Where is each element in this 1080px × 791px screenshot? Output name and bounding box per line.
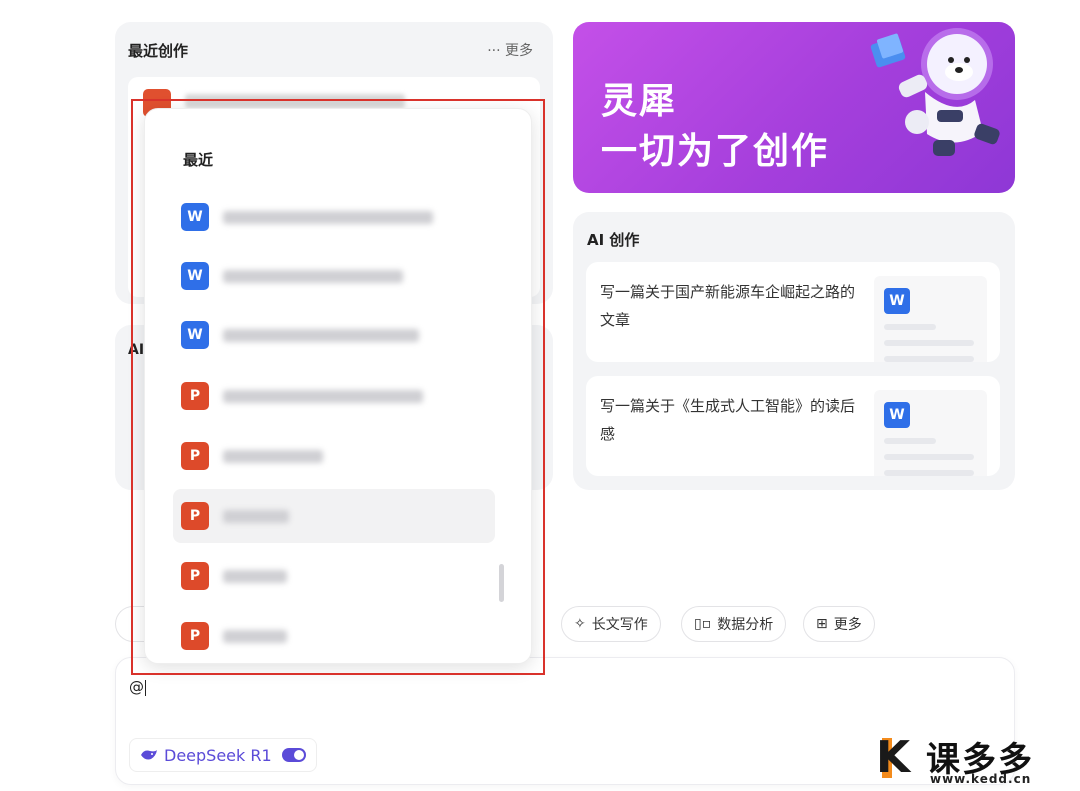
- blurred-file-name: [223, 630, 287, 643]
- recent-files-popup: 最近 W W W P P P P P: [144, 108, 532, 664]
- model-toggle[interactable]: DeepSeek R1: [129, 738, 317, 772]
- recent-creations-title: 最近创作: [128, 42, 189, 60]
- file-row[interactable]: P: [173, 609, 495, 663]
- file-row[interactable]: W: [173, 308, 495, 362]
- prompt-card-book-review[interactable]: 写一篇关于《生成式人工智能》的读后感 W: [586, 376, 1000, 476]
- thumb-line: [884, 470, 974, 476]
- thumb-line: [884, 324, 936, 330]
- blurred-file-name: [223, 329, 419, 342]
- ppt-icon: P: [181, 502, 209, 530]
- thumb-line: [884, 340, 974, 346]
- deepseek-whale-icon: [141, 750, 157, 760]
- word-icon: W: [181, 321, 209, 349]
- ppt-icon: P: [181, 562, 209, 590]
- file-row[interactable]: W: [173, 190, 495, 244]
- more-chip[interactable]: ⊞ 更多: [803, 606, 875, 642]
- file-row[interactable]: P: [173, 429, 495, 483]
- page: 最近创作 ··· 更多 AI 灵犀 一切为了创作 AI 创作 写一篇关于国产新能…: [0, 0, 1080, 791]
- word-icon: W: [181, 203, 209, 231]
- banner-title: 灵犀: [601, 81, 678, 122]
- blurred-file-name: [223, 510, 289, 523]
- popup-heading: 最近: [183, 151, 214, 169]
- long-writing-chip[interactable]: ✧ 长文写作: [561, 606, 661, 642]
- ppt-icon: P: [181, 442, 209, 470]
- file-row[interactable]: P: [173, 549, 495, 603]
- sparkle-icon: ✧: [574, 616, 586, 632]
- more-link[interactable]: ··· 更多: [487, 40, 533, 60]
- word-icon: W: [884, 402, 910, 428]
- ai-card-left-title: AI: [128, 342, 145, 358]
- watermark-logo: K 课多多 www.kedd.cn: [876, 730, 1076, 788]
- input-value: @: [129, 678, 144, 696]
- blurred-file-name: [223, 211, 433, 224]
- ai-creation-title: AI 创作: [587, 231, 640, 249]
- chip-partial[interactable]: [115, 606, 145, 642]
- ai-creation-card: AI 创作 写一篇关于国产新能源车企崛起之路的文章 W 写一篇关于《生成式人工智…: [573, 212, 1015, 490]
- prompt-text: 写一篇关于《生成式人工智能》的读后感: [600, 397, 856, 443]
- banner-slogan: 一切为了创作: [601, 131, 830, 172]
- file-row[interactable]: P: [173, 489, 495, 543]
- prompt-text: 写一篇关于国产新能源车企崛起之路的文章: [600, 283, 856, 329]
- watermark-url: www.kedd.cn: [930, 772, 1032, 786]
- thumb-line: [884, 454, 974, 460]
- data-analysis-chip[interactable]: ▯▫ 数据分析: [681, 606, 787, 642]
- prompt-card-ev-article[interactable]: 写一篇关于国产新能源车企崛起之路的文章 W: [586, 262, 1000, 362]
- blurred-file-name: [223, 570, 287, 583]
- grid-icon: ⊞: [816, 616, 828, 632]
- file-row[interactable]: W: [173, 249, 495, 303]
- brand-banner: 灵犀 一切为了创作: [573, 22, 1015, 193]
- ppt-icon: P: [181, 382, 209, 410]
- mascot-illustration: [870, 28, 1000, 156]
- thumb-line: [884, 438, 936, 444]
- file-row[interactable]: P: [173, 369, 495, 423]
- document-thumbnail: W: [874, 390, 987, 476]
- word-icon: W: [181, 262, 209, 290]
- ppt-icon: P: [181, 622, 209, 650]
- text-caret: [145, 679, 146, 696]
- chip-label: 更多: [833, 617, 862, 633]
- model-label: DeepSeek R1: [164, 745, 272, 765]
- chip-label: 数据分析: [717, 617, 774, 633]
- word-icon: W: [884, 288, 910, 314]
- blurred-file-name: [223, 270, 403, 283]
- input-text[interactable]: @: [129, 678, 146, 696]
- thumb-line: [884, 356, 974, 362]
- document-thumbnail: W: [874, 276, 987, 362]
- logo-k-icon: K: [876, 732, 911, 783]
- blurred-file-name: [223, 450, 323, 463]
- blurred-file-name: [223, 390, 423, 403]
- chip-label: 长文写作: [591, 617, 648, 633]
- chart-icon: ▯▫: [694, 616, 712, 632]
- blurred-file-name: [185, 94, 405, 108]
- popup-scrollbar[interactable]: [499, 564, 504, 602]
- model-switch[interactable]: [281, 748, 306, 762]
